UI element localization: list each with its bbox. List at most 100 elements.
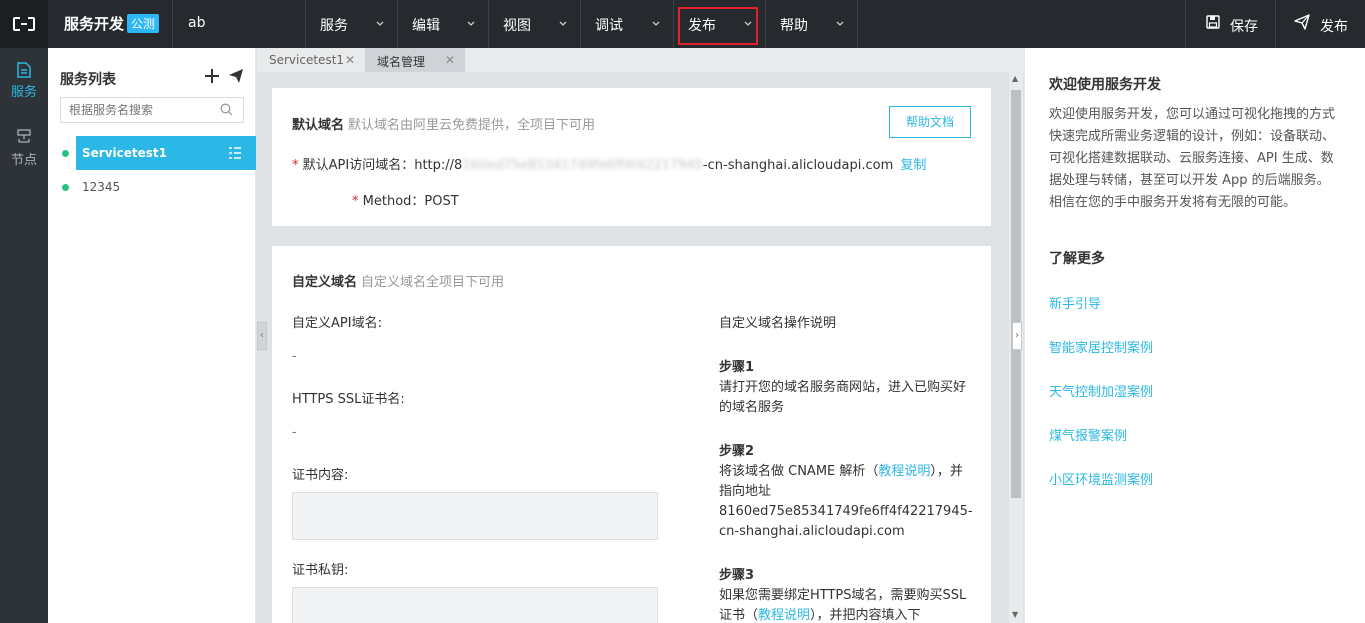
service-list-item[interactable]: 12345 xyxy=(48,170,256,204)
step-text-a: 将该域名做 CNAME 解析（ xyxy=(719,464,879,479)
tab-label: Servicetest1 xyxy=(269,53,345,67)
menu-label: 视图 xyxy=(503,18,531,34)
app-title-text: 服务开发 xyxy=(64,15,125,33)
step-text-b: ），并把内容填入下 xyxy=(810,608,921,623)
step-title: 步骤3 xyxy=(719,568,755,583)
cert-key-label: 证书私钥: xyxy=(292,563,349,578)
cert-key-field[interactable] xyxy=(292,587,658,623)
search-icon[interactable] xyxy=(220,103,233,116)
link-gas-alarm-case[interactable]: 煤气报警案例 xyxy=(1049,425,1127,444)
top-bar: 服务开发 公测 ab 服务 编辑 视图 调试 发布 帮助 保存 发布 xyxy=(0,0,1365,48)
info-title: 欢迎使用服务开发 xyxy=(1049,77,1161,93)
api-url-masked: 160ed75e85341749fe6ff4f42217945 xyxy=(462,158,703,173)
collapse-right-handle[interactable]: › xyxy=(1012,322,1022,350)
card-title-text: 自定义域名 xyxy=(292,275,358,290)
method-row: * Method：POST xyxy=(352,190,459,209)
guide-title: 自定义域名操作说明 xyxy=(719,316,837,331)
tab-domain-management[interactable]: 域名管理 ✕ xyxy=(365,48,465,72)
service-name: 12345 xyxy=(82,180,121,194)
step-text: 将该域名做 CNAME 解析（教程说明），并指向地址 8160ed75e85341… xyxy=(719,462,974,542)
step-1: 步骤1 请打开您的域名服务商网站，进入已购买好的域名服务 xyxy=(719,358,974,418)
menu-help[interactable]: 帮助 xyxy=(766,0,857,48)
menu-label: 编辑 xyxy=(412,18,440,34)
add-icon[interactable] xyxy=(204,68,220,84)
menu-view[interactable]: 视图 xyxy=(489,0,580,48)
chevron-right-icon: › xyxy=(1015,330,1019,341)
copy-link[interactable]: 复制 xyxy=(900,158,926,173)
default-api-domain-row: * 默认API访问域名：http://8160ed75e85341749fe6f… xyxy=(292,154,926,173)
card-subtitle: 自定义域名全项目下可用 xyxy=(361,275,505,290)
default-domain-card: 默认域名 默认域名由阿里云免费提供，全项目下可用 帮助文档 * 默认API访问域名… xyxy=(272,88,991,226)
collapse-left-handle[interactable]: ‹ xyxy=(257,322,267,350)
info-panel: 欢迎使用服务开发 欢迎使用服务开发，您可以通过可视化拖拽的方式快速完成所需业务逻… xyxy=(1024,48,1365,623)
chevron-down-icon xyxy=(836,21,844,26)
scrollbar-thumb[interactable] xyxy=(1011,90,1021,498)
link-weather-humidifier-case[interactable]: 天气控制加湿案例 xyxy=(1049,381,1153,400)
publish-button[interactable]: 发布 xyxy=(1276,0,1365,48)
paper-plane-icon xyxy=(1294,14,1310,30)
document-icon xyxy=(17,62,31,78)
list-menu-icon[interactable] xyxy=(228,146,242,160)
rail-item-label: 服务 xyxy=(10,85,37,100)
status-dot xyxy=(62,150,69,157)
step-2: 步骤2 将该域名做 CNAME 解析（教程说明），并指向地址 8160ed75e8… xyxy=(719,442,974,542)
save-button[interactable]: 保存 xyxy=(1186,0,1275,48)
field-label: 默认API访问域名： xyxy=(302,158,415,173)
api-url-suffix: -cn-shanghai.alicloudapi.com xyxy=(702,158,894,173)
menu-label: 帮助 xyxy=(780,18,808,34)
step-text: 如果您需要绑定HTTPS域名，需要购买SSL证书（教程说明），并把内容填入下 xyxy=(719,586,974,623)
floppy-disk-icon xyxy=(1206,15,1220,29)
app-title: 服务开发 公测 xyxy=(64,13,160,34)
chevron-down-icon xyxy=(559,21,567,26)
link-smart-home-case[interactable]: 智能家居控制案例 xyxy=(1049,337,1153,356)
project-name[interactable]: ab xyxy=(188,15,205,31)
tutorial-link[interactable]: 教程说明 xyxy=(878,464,930,479)
aliyun-logo-icon[interactable] xyxy=(0,0,48,48)
card-title: 自定义域名 自定义域名全项目下可用 xyxy=(292,271,504,290)
chevron-down-icon xyxy=(376,21,384,26)
service-list-item[interactable]: Servicetest1 xyxy=(48,136,256,170)
ssl-cert-value: - xyxy=(292,425,297,440)
link-environment-monitor-case[interactable]: 小区环境监测案例 xyxy=(1049,469,1153,488)
publish-label: 发布 xyxy=(1320,19,1348,35)
step-3: 步骤3 如果您需要绑定HTTPS域名，需要购买SSL证书（教程说明），并把内容填… xyxy=(719,566,974,623)
tab-servicetest1[interactable]: Servicetest1 ✕ xyxy=(257,48,365,72)
method-value: POST xyxy=(424,194,459,209)
menu-label: 调试 xyxy=(595,18,623,34)
ssl-cert-label: HTTPS SSL证书名: xyxy=(292,392,405,407)
menu-edit[interactable]: 编辑 xyxy=(398,0,488,48)
menu-label: 服务 xyxy=(320,18,348,34)
api-url-prefix: http://8 xyxy=(414,158,463,173)
node-icon xyxy=(17,129,31,143)
field-label: Method： xyxy=(362,194,425,209)
service-search-input[interactable] xyxy=(60,97,244,123)
custom-domain-card: 自定义域名 自定义域名全项目下可用 自定义API域名: - HTTPS SSL证书… xyxy=(272,246,991,623)
close-icon[interactable]: ✕ xyxy=(345,53,355,67)
chevron-down-icon xyxy=(652,21,660,26)
publish-menu-highlight xyxy=(678,7,758,45)
close-icon[interactable]: ✕ xyxy=(445,53,455,67)
info-description: 欢迎使用服务开发，您可以通过可视化拖拽的方式快速完成所需业务逻辑的设计，例如：设… xyxy=(1049,107,1336,210)
menu-service[interactable]: 服务 xyxy=(306,0,397,48)
tutorial-link[interactable]: 教程说明 xyxy=(758,608,810,623)
rail-item-node[interactable]: 节点 xyxy=(0,116,48,176)
tab-bar: Servicetest1 ✕ 域名管理 ✕ xyxy=(257,48,1024,72)
tab-label: 域名管理 xyxy=(377,55,426,69)
card-title-text: 默认域名 xyxy=(292,118,345,133)
link-beginner-guide[interactable]: 新手引导 xyxy=(1049,293,1101,312)
help-docs-button[interactable]: 帮助文档 xyxy=(889,106,971,138)
scroll-down-icon[interactable]: ▼ xyxy=(1012,610,1018,619)
menu-debug[interactable]: 调试 xyxy=(581,0,673,48)
status-dot xyxy=(62,184,69,191)
divider xyxy=(172,0,173,48)
divider xyxy=(857,0,858,48)
save-label: 保存 xyxy=(1230,19,1258,35)
beta-badge: 公测 xyxy=(127,14,160,33)
rail-item-service[interactable]: 服务 xyxy=(0,48,48,108)
service-list-panel: 服务列表 Servicetest1 12345 xyxy=(48,48,256,623)
card-title: 默认域名 默认域名由阿里云免费提供，全项目下可用 xyxy=(292,114,595,133)
service-name: Servicetest1 xyxy=(82,146,167,160)
scroll-up-icon[interactable]: ▲ xyxy=(1012,74,1018,83)
paper-plane-icon[interactable] xyxy=(228,68,244,84)
cert-content-field[interactable] xyxy=(292,492,658,540)
